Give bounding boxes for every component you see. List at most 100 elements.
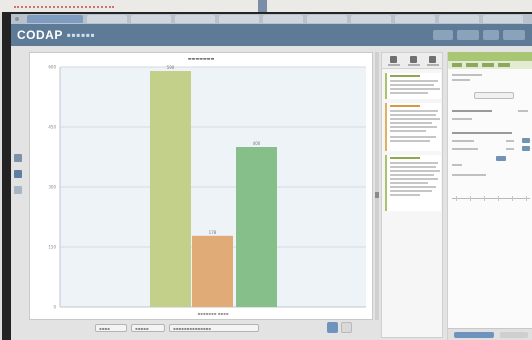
header-button[interactable] [433, 30, 453, 40]
footer-secondary-button[interactable] [500, 332, 528, 338]
inspector-text [452, 74, 482, 76]
browser-tab-active[interactable] [27, 15, 83, 23]
inspector-input[interactable] [522, 146, 530, 151]
view-toggle-button[interactable] [341, 322, 352, 333]
inspector-text [452, 148, 478, 150]
bar[interactable] [150, 71, 191, 307]
slider-tick [470, 196, 471, 201]
panel-splitter[interactable] [375, 52, 379, 320]
bar-data-label: 400 [253, 141, 261, 146]
inspector-section-title [452, 132, 512, 134]
formula-field[interactable]: ▪▪▪▪▪▪▪▪▪▪▪▪▪▪ [169, 324, 259, 332]
inspector-section-title [452, 110, 492, 112]
inspector-toggle[interactable] [496, 156, 506, 161]
browser-tab[interactable] [263, 15, 303, 23]
browser-tab[interactable] [439, 15, 479, 23]
browser-tab[interactable] [395, 15, 435, 23]
header-button[interactable] [457, 30, 479, 40]
inspector-panel [447, 52, 532, 340]
toolbar-label [388, 64, 400, 66]
screen: CODAP ▪▪▪▪▪▪ ▬▬▬▬▬▬▬ 0 150 300 450 600 590 178… [11, 14, 532, 340]
note-text-line [390, 194, 420, 196]
undo-icon[interactable] [390, 56, 397, 63]
slider-tick [512, 196, 513, 201]
toolbar-label [427, 64, 439, 66]
note-text-line [390, 114, 436, 116]
note-text-line [390, 80, 438, 82]
inspector-tab[interactable] [482, 63, 494, 67]
x-axis-label: ▪▪▪▪▪▪▪ ▪▪▪▪ [197, 311, 228, 316]
browser-tab[interactable] [131, 15, 171, 23]
inspector-tab[interactable] [498, 63, 510, 67]
browser-tab[interactable] [219, 15, 259, 23]
inspector-tab[interactable] [452, 63, 462, 67]
browser-tab-bar [11, 14, 532, 24]
inspector-action-button[interactable] [474, 92, 514, 99]
note-text-line [390, 118, 440, 120]
footer-primary-button[interactable] [454, 332, 494, 338]
bar-chart[interactable]: 0 150 300 450 600 590 178 400 ▪▪▪▪▪▪▪ ▪▪▪▪ [30, 53, 374, 321]
inspector-tab[interactable] [466, 63, 478, 67]
note-item[interactable] [385, 155, 441, 211]
graph-icon[interactable] [14, 154, 22, 162]
inspector-input[interactable] [522, 138, 530, 143]
y-tick-label: 600 [48, 65, 56, 70]
browser-tab[interactable] [351, 15, 391, 23]
attribute-selector[interactable]: ▪▪▪▪ [95, 324, 127, 332]
note-text-line [390, 140, 430, 142]
view-toggle-button[interactable] [327, 322, 338, 333]
notes-toolbar [382, 53, 442, 69]
close-icon[interactable] [429, 56, 436, 63]
browser-tab[interactable] [87, 15, 127, 23]
splitter-arrow-icon[interactable] [375, 192, 379, 198]
toolbar-label [408, 64, 420, 66]
inspector-header [448, 52, 532, 61]
note-text-line [390, 182, 428, 184]
note-text-line [390, 110, 438, 112]
note-text-line [390, 126, 437, 128]
note-text-line [390, 122, 432, 124]
browser-tab[interactable] [307, 15, 347, 23]
note-text-line [390, 190, 432, 192]
slider-tick [498, 196, 499, 201]
header-button[interactable] [483, 30, 499, 40]
slider-tick [526, 196, 527, 201]
inspector-text [452, 79, 470, 81]
category-selector[interactable]: ▪▪▪▪▪ [131, 324, 165, 332]
left-tool-strip [13, 154, 23, 214]
note-heading [390, 105, 420, 107]
bar[interactable] [192, 235, 233, 307]
settings-icon[interactable] [14, 186, 22, 194]
browser-menu-icon[interactable] [15, 17, 19, 21]
browser-tab[interactable] [175, 15, 215, 23]
inspector-text [452, 140, 474, 142]
inspector-text [452, 118, 472, 120]
note-text-line [390, 186, 436, 188]
graph-panel[interactable]: ▬▬▬▬▬▬▬ 0 150 300 450 600 590 178 400 ▪▪▪▪▪▪▪ ▪▪… [29, 52, 373, 320]
inspector-slider[interactable] [452, 198, 530, 199]
note-item[interactable] [385, 103, 441, 151]
header-button[interactable] [503, 30, 525, 40]
note-text-line [390, 88, 440, 90]
note-text-line [390, 174, 434, 176]
bar[interactable] [236, 147, 277, 307]
note-text-line [390, 170, 440, 172]
note-text-line [390, 92, 428, 94]
inspector-text [452, 164, 462, 166]
bar-data-label: 178 [209, 230, 217, 235]
monitor-frame: CODAP ▪▪▪▪▪▪ ▬▬▬▬▬▬▬ 0 150 300 450 600 590 178… [2, 12, 532, 340]
note-text-line [390, 162, 438, 164]
note-item[interactable] [385, 73, 441, 99]
y-tick-label: 150 [48, 245, 56, 250]
table-icon[interactable] [14, 170, 22, 178]
y-tick-label: 450 [48, 125, 56, 130]
y-tick-label: 300 [48, 185, 56, 190]
inspector-value [506, 140, 514, 142]
redo-icon[interactable] [410, 56, 417, 63]
browser-tab[interactable] [483, 15, 523, 23]
app-logo: CODAP ▪▪▪▪▪▪ [17, 28, 96, 42]
note-heading [390, 157, 420, 159]
note-text-line [390, 130, 426, 132]
annotation-squiggle [14, 2, 114, 8]
note-text-line [390, 166, 436, 168]
